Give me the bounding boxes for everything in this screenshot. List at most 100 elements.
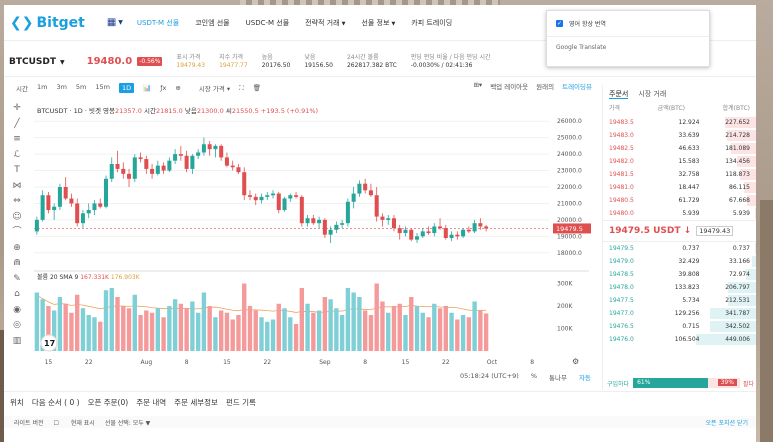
- always-translate-option[interactable]: ✓ 영어 항상 번역: [547, 11, 709, 36]
- bid-row[interactable]: 19479.0 32.429 33.166: [603, 255, 756, 268]
- stat-value: 19156.50: [304, 61, 333, 69]
- ask-row[interactable]: 19483.5 12.924 227.652: [603, 116, 756, 129]
- bid-row[interactable]: 19478.0 133.823 206.797: [603, 281, 756, 294]
- brush-icon[interactable]: ℒ: [14, 148, 20, 164]
- candlestick-chart[interactable]: 26000.0 25000.0 24000.0 23000.0 22000.0 21000…: [34, 101, 594, 373]
- percent-scale-button[interactable]: %: [531, 372, 537, 382]
- bottom-tab-4[interactable]: 주문 세부정보: [174, 397, 218, 410]
- bottom-tab-5[interactable]: 펀드 기록: [226, 397, 256, 410]
- row-total: 212.531: [725, 297, 750, 304]
- timeframe-4[interactable]: 15m: [95, 83, 110, 93]
- nav-item-1[interactable]: 코인엠 선물: [195, 18, 229, 28]
- ask-row[interactable]: 19480.5 61.729 67.668: [603, 194, 756, 207]
- market-price-select[interactable]: 시장 가격 ▾: [190, 83, 230, 93]
- tab-market-trades[interactable]: 시장 거래: [638, 89, 666, 99]
- bottom-tab-2[interactable]: 오픈 주문(0): [88, 397, 129, 410]
- layout-grid-icon[interactable]: ⊞▾: [473, 81, 482, 91]
- close-all-positions-link[interactable]: 오픈 포지션 닫기: [706, 418, 748, 427]
- bitget-logo[interactable]: ❮❯ Bitget: [10, 15, 85, 31]
- lock-icon[interactable]: ⌂: [14, 287, 20, 303]
- checkbox-icon[interactable]: ✓: [556, 20, 563, 27]
- chevron-down-icon: ▼: [60, 58, 65, 66]
- volume-bar: [218, 310, 224, 351]
- lite-version-toggle[interactable]: 라이트 버전: [14, 418, 44, 427]
- row-amount: 18.447: [678, 184, 700, 191]
- eye-icon[interactable]: ◉: [13, 303, 21, 319]
- hide-icon[interactable]: ◎: [13, 318, 21, 334]
- nav-item-4[interactable]: 선물 정보 ▼: [361, 18, 395, 28]
- tab-order-book[interactable]: 주문서: [609, 89, 629, 99]
- text-tool-icon[interactable]: T: [14, 163, 20, 179]
- volume-bar: [466, 317, 472, 351]
- nav-item-5[interactable]: 카피 트레이딩: [411, 18, 452, 28]
- change-badge: -0.56%: [137, 57, 163, 66]
- magnet-icon[interactable]: ⋒: [13, 256, 21, 272]
- sell-bar: 39%: [708, 378, 740, 388]
- log-scale-button[interactable]: 통나무: [549, 372, 567, 382]
- nav-item-0[interactable]: USDT-M 선물: [137, 18, 179, 28]
- bottom-tab-0[interactable]: 위치: [10, 397, 24, 410]
- auto-scale-button[interactable]: 자동: [579, 372, 591, 382]
- ask-row[interactable]: 19481.5 32.758 118.873: [603, 168, 756, 181]
- bid-row[interactable]: 19478.5 39.808 72.974: [603, 268, 756, 281]
- apps-grid-icon[interactable]: ▦ ▼: [107, 17, 123, 28]
- ask-row[interactable]: 19482.0 15.583 134.456: [603, 155, 756, 168]
- row-total: 214.728: [725, 132, 750, 139]
- emoji-icon[interactable]: ☺: [12, 210, 21, 226]
- bid-row[interactable]: 19476.0 106.504 449.006: [603, 333, 756, 346]
- bid-row[interactable]: 19479.5 0.737 0.737: [603, 242, 756, 255]
- volume-bar: [121, 306, 126, 351]
- volume-bar: [80, 308, 86, 351]
- zoom-in-icon[interactable]: ⊕: [13, 241, 21, 257]
- ask-row[interactable]: 19481.0 18.447 86.115: [603, 181, 756, 194]
- bottom-tab-1[interactable]: 다음 순서 ( 0 ): [32, 397, 80, 410]
- pattern-icon[interactable]: ⋈: [13, 179, 22, 195]
- depth-bar: [755, 208, 756, 219]
- timeframe-1[interactable]: 1m: [37, 83, 47, 93]
- candle-body: [265, 195, 270, 197]
- tradingview-tab[interactable]: 트레이딩뷰: [562, 81, 592, 91]
- timeframe-3[interactable]: 5m: [76, 83, 86, 93]
- timeframe-2[interactable]: 3m: [56, 83, 66, 93]
- crosshair-icon[interactable]: ✛: [13, 101, 21, 117]
- ask-row[interactable]: 19482.5 46.633 181.089: [603, 142, 756, 155]
- ask-row[interactable]: 19480.0 5.939 5.939: [603, 207, 756, 220]
- current-display-checkbox[interactable]: ☐ 현재 표시: [54, 418, 95, 427]
- settings-gear-icon: ⚙: [572, 357, 579, 366]
- bottom-tab-3[interactable]: 주문 내역: [136, 397, 166, 410]
- lock-drawing-icon[interactable]: ✎: [13, 272, 21, 288]
- nav-item-2[interactable]: USDC-M 선물: [246, 18, 290, 28]
- measure-icon[interactable]: ⇔: [13, 194, 21, 210]
- timeframe-5[interactable]: 1D: [118, 83, 135, 93]
- futures-filter-select[interactable]: 선물 선택: 모두 ▼: [105, 418, 150, 427]
- candle-body: [86, 210, 91, 214]
- row-amount: 106.504: [674, 336, 700, 343]
- indicator-icon[interactable]: ƒx: [160, 84, 166, 92]
- volume-bar: [391, 306, 397, 351]
- buy-percent: 61%: [633, 378, 709, 388]
- trash-icon[interactable]: 🗑: [253, 84, 261, 92]
- trendline-icon[interactable]: ╱: [14, 117, 19, 133]
- candle-body: [132, 157, 137, 179]
- ruler-icon[interactable]: ⌒: [12, 225, 21, 241]
- bid-row[interactable]: 19476.5 0.715 342.502: [603, 320, 756, 333]
- bid-row[interactable]: 19477.0 129.256 341.787: [603, 307, 756, 320]
- fullscreen-icon[interactable]: ⛶: [239, 84, 244, 93]
- volume-legend: 볼륨 20 SMA 9 167.331K 176.903K: [37, 272, 140, 281]
- bid-row[interactable]: 19477.5 5.734 212.531: [603, 294, 756, 307]
- x-tick-label: Aug: [140, 359, 152, 366]
- tradingview-logo-mark: 17: [44, 339, 55, 348]
- nav-item-3[interactable]: 전략적 거래 ▼: [305, 18, 345, 28]
- chart-right-toolbar: ⊞▾ 백업 레이아웃 원래의 트레이딩뷰: [465, 81, 592, 91]
- sell-label: 팔다: [742, 380, 754, 388]
- ask-row[interactable]: 19483.0 33.639 214.728: [603, 129, 756, 142]
- horizontal-lines-icon[interactable]: ≡: [13, 132, 21, 148]
- symbol-selector[interactable]: BTCUSDT ▼: [9, 57, 65, 67]
- original-view-tab[interactable]: 원래의: [536, 81, 554, 91]
- backup-layout-button[interactable]: 백업 레이아웃: [490, 81, 528, 91]
- delete-drawings-icon[interactable]: ▥: [13, 334, 22, 350]
- candle-type-icon[interactable]: 📊: [143, 84, 151, 92]
- compare-icon[interactable]: ⊕: [175, 84, 180, 92]
- order-book-tabs: 주문서 시장 거래: [603, 85, 756, 99]
- candle-body: [224, 157, 229, 166]
